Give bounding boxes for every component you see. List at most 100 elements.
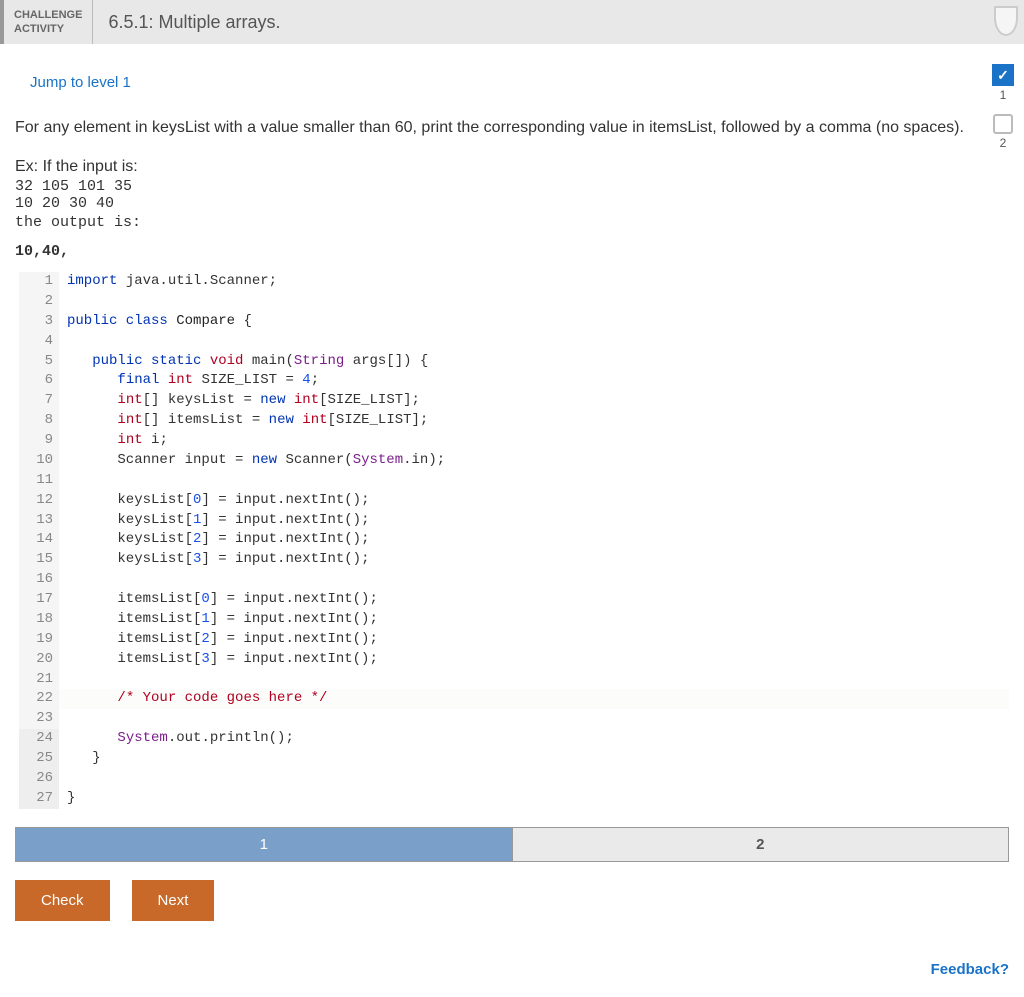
activity-content: ✓ 1 2 Jump to level 1 For any element in… [0, 44, 1024, 993]
code-text[interactable]: int[] itemsList = new int[SIZE_LIST]; [59, 411, 428, 431]
code-line[interactable]: 1import java.util.Scanner; [19, 272, 1009, 292]
code-text[interactable]: keysList[0] = input.nextInt(); [59, 491, 369, 511]
shield-icon [994, 6, 1018, 36]
code-line[interactable]: 27} [19, 789, 1009, 809]
line-number: 16 [19, 570, 59, 590]
level-2-checkbox[interactable] [993, 114, 1013, 134]
line-number: 17 [19, 590, 59, 610]
line-number: 9 [19, 431, 59, 451]
code-line[interactable]: 18 itemsList[1] = input.nextInt(); [19, 610, 1009, 630]
line-number: 6 [19, 371, 59, 391]
code-line[interactable]: 14 keysList[2] = input.nextInt(); [19, 530, 1009, 550]
example-input-1: 32 105 101 35 [15, 178, 1009, 195]
code-line[interactable]: 4 [19, 332, 1009, 352]
label-line2: ACTIVITY [14, 22, 82, 36]
progress-seg-2[interactable]: 2 [513, 828, 1009, 861]
progress-bar: 1 2 [15, 827, 1009, 862]
example-output: 10,40, [15, 243, 1009, 260]
level-1-number: 1 [992, 88, 1014, 102]
progress-seg-1[interactable]: 1 [16, 828, 513, 861]
check-button[interactable]: Check [15, 880, 110, 921]
code-line[interactable]: 10 Scanner input = new Scanner(System.in… [19, 451, 1009, 471]
line-number: 20 [19, 650, 59, 670]
code-line[interactable]: 17 itemsList[0] = input.nextInt(); [19, 590, 1009, 610]
line-number: 8 [19, 411, 59, 431]
label-line1: CHALLENGE [14, 8, 82, 22]
next-button[interactable]: Next [132, 880, 215, 921]
code-line[interactable]: 25 } [19, 749, 1009, 769]
example-prefix: Ex: If the input is: [15, 158, 1009, 176]
code-text[interactable] [59, 292, 67, 312]
code-text[interactable] [59, 570, 67, 590]
level-status: ✓ 1 2 [992, 64, 1014, 150]
level-2-number: 2 [992, 136, 1014, 150]
code-text[interactable]: itemsList[0] = input.nextInt(); [59, 590, 378, 610]
code-text[interactable]: final int SIZE_LIST = 4; [59, 371, 319, 391]
example-output-prefix: the output is: [15, 214, 1009, 231]
code-line[interactable]: 12 keysList[0] = input.nextInt(); [19, 491, 1009, 511]
code-line[interactable]: 5 public static void main(String args[])… [19, 352, 1009, 372]
code-line[interactable]: 6 final int SIZE_LIST = 4; [19, 371, 1009, 391]
code-text[interactable]: int i; [59, 431, 168, 451]
code-line[interactable]: 13 keysList[1] = input.nextInt(); [19, 511, 1009, 531]
code-line[interactable]: 3public class Compare { [19, 312, 1009, 332]
line-number: 5 [19, 352, 59, 372]
code-line[interactable]: 8 int[] itemsList = new int[SIZE_LIST]; [19, 411, 1009, 431]
code-text[interactable]: public static void main(String args[]) { [59, 352, 428, 372]
line-number: 12 [19, 491, 59, 511]
code-text[interactable]: itemsList[2] = input.nextInt(); [59, 630, 378, 650]
code-line[interactable]: 19 itemsList[2] = input.nextInt(); [19, 630, 1009, 650]
code-line[interactable]: 26 [19, 769, 1009, 789]
code-text[interactable] [59, 471, 67, 491]
line-number: 21 [19, 670, 59, 690]
line-number: 23 [19, 709, 59, 729]
feedback-link[interactable]: Feedback? [15, 961, 1009, 978]
line-number: 27 [19, 789, 59, 809]
code-text[interactable] [59, 709, 67, 729]
code-line[interactable]: 15 keysList[3] = input.nextInt(); [19, 550, 1009, 570]
code-line[interactable]: 11 [19, 471, 1009, 491]
code-line[interactable]: 20 itemsList[3] = input.nextInt(); [19, 650, 1009, 670]
code-line[interactable]: 9 int i; [19, 431, 1009, 451]
code-text[interactable]: keysList[3] = input.nextInt(); [59, 550, 369, 570]
code-text[interactable] [59, 769, 67, 789]
activity-title: 6.5.1: Multiple arrays. [93, 0, 280, 44]
button-row: Check Next [15, 880, 1009, 921]
code-text[interactable]: keysList[1] = input.nextInt(); [59, 511, 369, 531]
code-line[interactable]: 2 [19, 292, 1009, 312]
code-text[interactable] [59, 332, 67, 352]
code-text[interactable]: } [59, 749, 101, 769]
code-line[interactable]: 16 [19, 570, 1009, 590]
code-text[interactable]: System.out.println(); [59, 729, 294, 749]
code-line[interactable]: 24 System.out.println(); [19, 729, 1009, 749]
code-text[interactable] [59, 670, 67, 690]
code-text[interactable]: public class Compare { [59, 312, 252, 332]
line-number: 22 [19, 689, 59, 709]
code-line[interactable]: 7 int[] keysList = new int[SIZE_LIST]; [19, 391, 1009, 411]
code-text[interactable]: import java.util.Scanner; [59, 272, 277, 292]
activity-header: CHALLENGE ACTIVITY 6.5.1: Multiple array… [0, 0, 1024, 44]
line-number: 10 [19, 451, 59, 471]
example-input-2: 10 20 30 40 [15, 195, 1009, 212]
line-number: 7 [19, 391, 59, 411]
line-number: 13 [19, 511, 59, 531]
instructions-text: For any element in keysList with a value… [15, 116, 1009, 140]
code-editor[interactable]: 1import java.util.Scanner;23public class… [19, 272, 1009, 809]
code-text[interactable]: itemsList[1] = input.nextInt(); [59, 610, 378, 630]
level-1-check-icon[interactable]: ✓ [992, 64, 1014, 86]
jump-to-level-link[interactable]: Jump to level 1 [30, 74, 131, 91]
line-number: 11 [19, 471, 59, 491]
code-line[interactable]: 22 /* Your code goes here */ [19, 689, 1009, 709]
code-text[interactable]: /* Your code goes here */ [59, 689, 327, 709]
line-number: 26 [19, 769, 59, 789]
code-text[interactable]: itemsList[3] = input.nextInt(); [59, 650, 378, 670]
line-number: 14 [19, 530, 59, 550]
code-line[interactable]: 21 [19, 670, 1009, 690]
line-number: 2 [19, 292, 59, 312]
code-text[interactable]: int[] keysList = new int[SIZE_LIST]; [59, 391, 420, 411]
code-text[interactable]: } [59, 789, 75, 809]
line-number: 24 [19, 729, 59, 749]
code-line[interactable]: 23 [19, 709, 1009, 729]
code-text[interactable]: keysList[2] = input.nextInt(); [59, 530, 369, 550]
code-text[interactable]: Scanner input = new Scanner(System.in); [59, 451, 445, 471]
